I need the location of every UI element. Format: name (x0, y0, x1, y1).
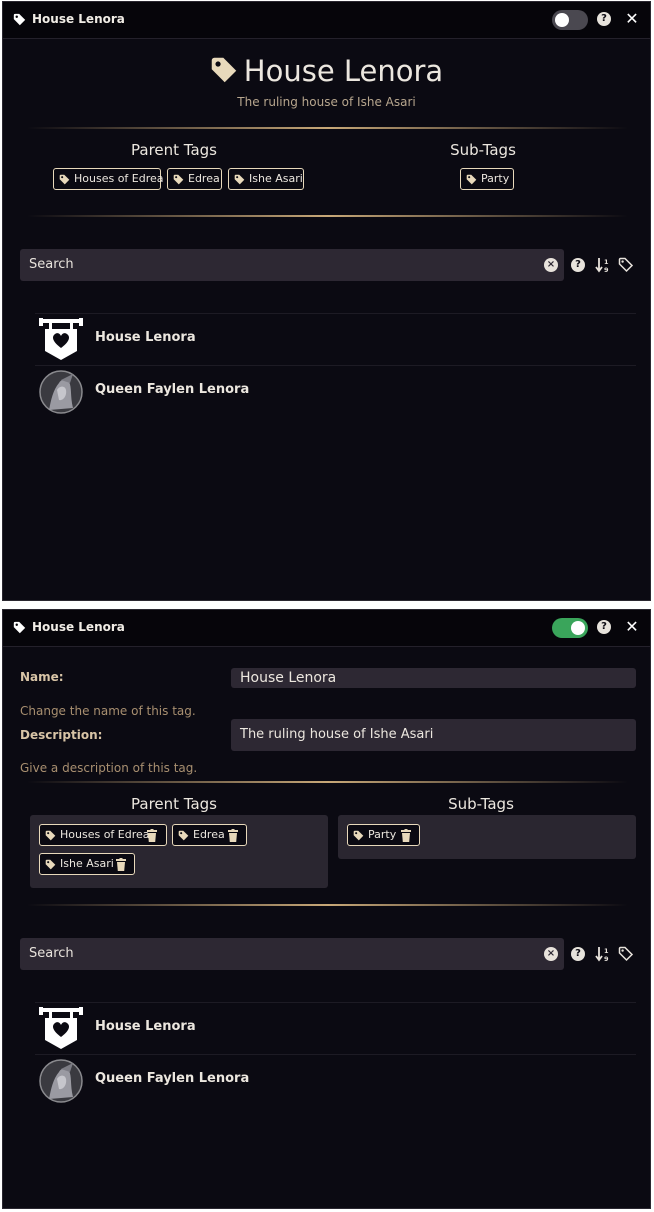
sort-icon[interactable] (595, 946, 611, 962)
window-title: House Lenora (32, 12, 125, 26)
help-icon[interactable]: ? (597, 12, 611, 26)
tag-subtitle: The ruling house of Ishe Asari (237, 95, 416, 109)
close-icon[interactable]: ✕ (623, 616, 641, 638)
list-item[interactable]: Queen Faylen Lenora (35, 365, 636, 418)
tag-filter-icon[interactable] (618, 257, 634, 273)
tag-icon (210, 56, 238, 84)
tag-view-window: House Lenora ? ✕ House Lenora The ruling… (2, 1, 651, 601)
toggle-knob (555, 13, 569, 27)
tag-icon (45, 830, 56, 841)
divider (27, 904, 628, 906)
edit-mode-toggle[interactable] (552, 618, 588, 638)
sort-icon[interactable] (595, 257, 611, 273)
tag-icon (13, 13, 26, 26)
description-label: Description: (20, 728, 103, 742)
banner-heart-icon (39, 1007, 83, 1051)
name-field[interactable]: House Lenora (231, 668, 636, 688)
parent-tags-heading: Parent Tags (131, 795, 217, 813)
divider (27, 215, 628, 217)
tag-edit-window: House Lenora ? ✕ Name: House Lenora Chan… (2, 609, 651, 1209)
tag-icon (45, 859, 56, 870)
divider (27, 127, 628, 129)
parent-tag-chip[interactable]: Houses of Edrea (53, 168, 164, 190)
search-input[interactable]: Search × (20, 938, 564, 970)
trash-icon[interactable] (228, 829, 238, 842)
parent-tag-chip[interactable]: Ishe Asari (228, 168, 304, 190)
window-titlebar: House Lenora ? ✕ (3, 2, 650, 39)
chip-label: Houses of Edrea (74, 172, 164, 185)
parent-tag-chip[interactable]: Edrea (167, 168, 222, 190)
parent-tag-chip[interactable]: Edrea (172, 824, 247, 846)
chip-label: Party (481, 172, 510, 185)
description-hint: Give a description of this tag. (20, 761, 198, 775)
trash-icon[interactable] (401, 829, 411, 842)
tag-title-text: House Lenora (243, 54, 444, 88)
window-title: House Lenora (32, 620, 125, 634)
tag-icon (59, 174, 70, 185)
chip-label: Ishe Asari (60, 857, 114, 870)
search-placeholder: Search (29, 946, 74, 961)
window-titlebar: House Lenora ? ✕ (3, 610, 650, 647)
portrait-avatar (39, 370, 83, 414)
chip-label: Party (368, 828, 397, 841)
search-help-icon[interactable]: ? (571, 258, 585, 272)
clear-search-icon[interactable]: × (544, 258, 558, 272)
list-item[interactable]: Queen Faylen Lenora (35, 1054, 636, 1107)
search-help-icon[interactable]: ? (571, 947, 585, 961)
chip-label: Edrea (193, 828, 225, 841)
name-label: Name: (20, 670, 64, 684)
chip-label: Houses of Edrea (60, 828, 150, 841)
trash-icon[interactable] (147, 829, 157, 842)
parent-tag-chip[interactable]: Houses of Edrea (39, 824, 167, 846)
parent-tag-chip[interactable]: Ishe Asari (39, 853, 135, 875)
list-item[interactable]: House Lenora (35, 313, 636, 366)
tag-icon (178, 830, 189, 841)
tag-icon (353, 830, 364, 841)
list-item[interactable]: House Lenora (35, 1002, 636, 1055)
tag-icon (234, 174, 245, 185)
portrait-avatar (39, 1059, 83, 1103)
list-item-name: Queen Faylen Lenora (95, 1071, 250, 1086)
sub-tag-chip[interactable]: Party (460, 168, 514, 190)
description-field[interactable]: The ruling house of Ishe Asari (231, 719, 636, 751)
help-icon[interactable]: ? (597, 620, 611, 634)
list-item-name: House Lenora (95, 330, 196, 345)
clear-search-icon[interactable]: × (544, 947, 558, 961)
tag-icon (173, 174, 184, 185)
close-icon[interactable]: ✕ (623, 8, 641, 30)
list-item-name: Queen Faylen Lenora (95, 382, 250, 397)
search-input[interactable]: Search × (20, 249, 564, 281)
tag-filter-icon[interactable] (618, 946, 634, 962)
sub-tags-heading: Sub-Tags (450, 141, 516, 159)
sub-tag-chip[interactable]: Party (347, 824, 420, 846)
banner-heart-icon (39, 318, 83, 362)
tag-title: House Lenora (3, 54, 650, 88)
chip-label: Ishe Asari (249, 172, 303, 185)
toggle-knob (571, 621, 585, 635)
list-item-name: House Lenora (95, 1019, 196, 1034)
tag-icon (13, 621, 26, 634)
chip-label: Edrea (188, 172, 220, 185)
search-placeholder: Search (29, 257, 74, 272)
trash-icon[interactable] (116, 858, 126, 871)
tag-icon (466, 174, 477, 185)
divider (27, 781, 628, 783)
sub-tags-heading: Sub-Tags (448, 795, 514, 813)
edit-mode-toggle[interactable] (552, 10, 588, 30)
parent-tags-heading: Parent Tags (131, 141, 217, 159)
name-hint: Change the name of this tag. (20, 704, 196, 718)
